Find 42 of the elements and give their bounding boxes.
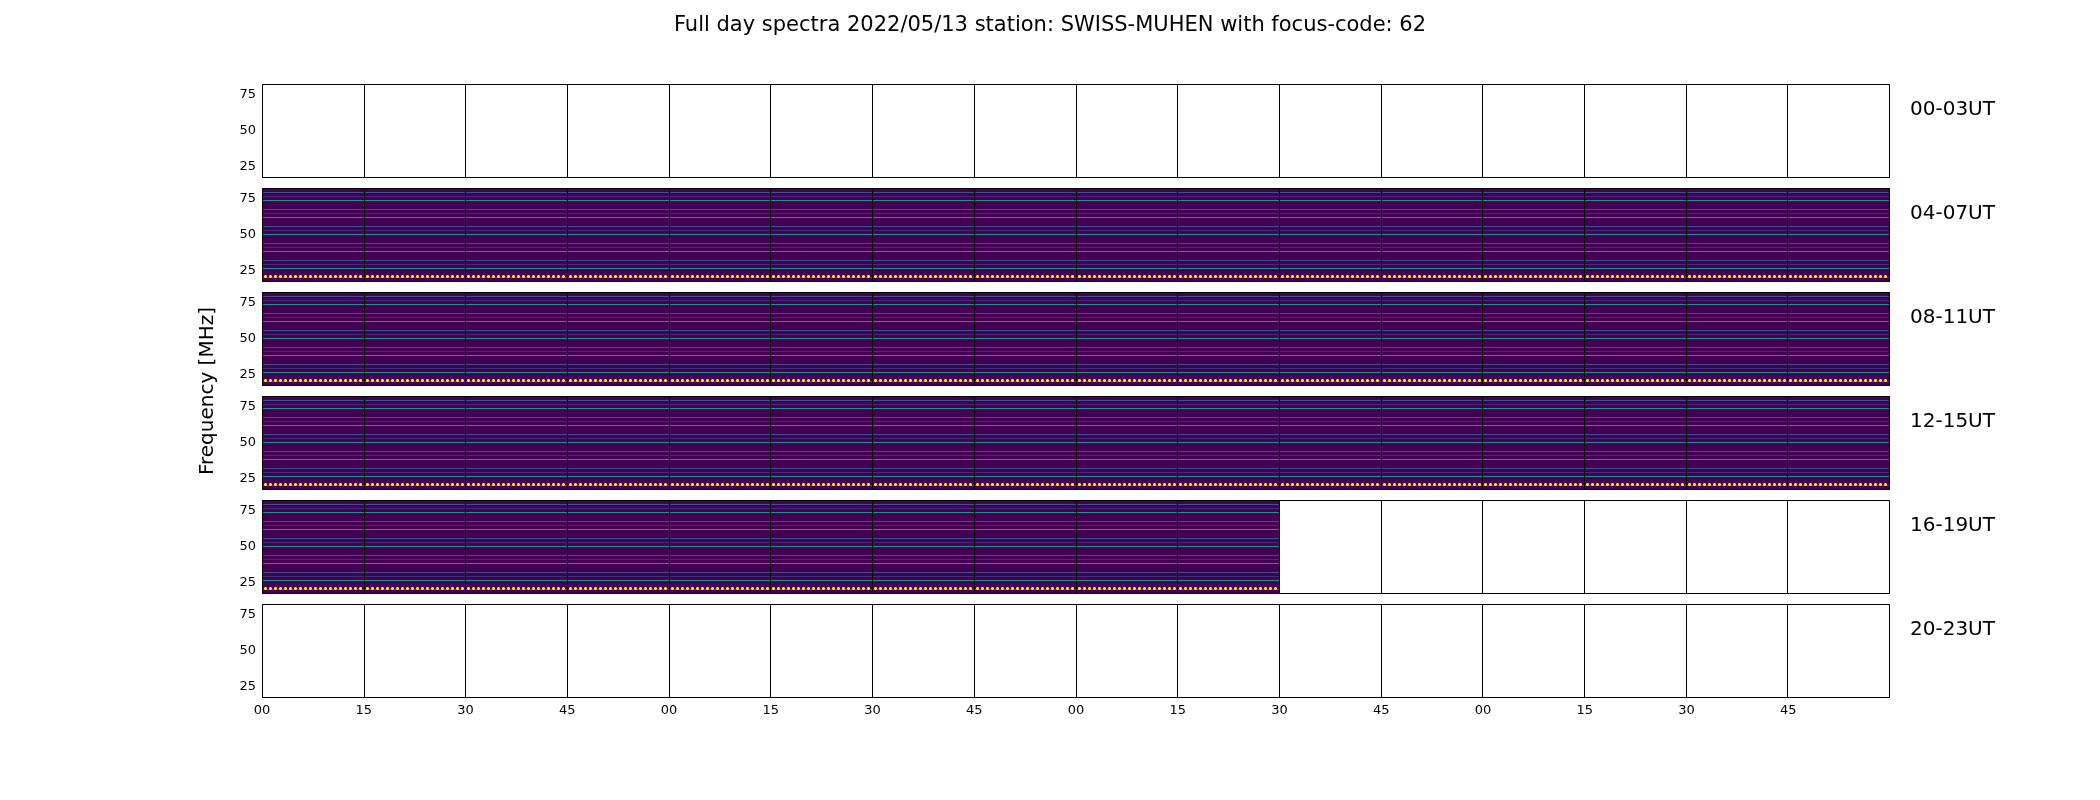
row-time-label: 16-19UT — [1909, 511, 1996, 538]
x-tick-label: 00 — [1474, 702, 1492, 718]
x-tick-label: 30 — [1678, 702, 1695, 718]
y-tick-label: 50 — [239, 226, 256, 242]
y-axis-label: Frequency [MHz] — [194, 306, 218, 476]
y-tick-label: 75 — [239, 398, 256, 414]
y-tick-label: 75 — [239, 86, 256, 102]
x-tick-label: 15 — [355, 702, 372, 718]
x-tick-label: 00 — [253, 702, 271, 718]
x-tick-label: 45 — [1373, 702, 1390, 718]
y-tick-label: 50 — [239, 538, 256, 554]
row-time-label: 08-11UT — [1909, 303, 1996, 330]
x-tick-label: 45 — [966, 702, 983, 718]
x-tick-label: 30 — [864, 702, 881, 718]
chart-title: Full day spectra 2022/05/13 station: SWISS-MUHEN with focus-code: 62 — [673, 12, 1427, 36]
row-time-label: 20-23UT — [1909, 615, 1996, 642]
y-tick-label: 25 — [239, 366, 256, 382]
y-tick-label: 50 — [239, 642, 256, 658]
y-tick-label: 75 — [239, 190, 256, 206]
y-tick-label: 25 — [239, 262, 256, 278]
y-tick-label: 25 — [239, 678, 256, 694]
x-tick-label: 30 — [1271, 702, 1288, 718]
x-tick-label: 00 — [660, 702, 678, 718]
x-tick-label: 45 — [1780, 702, 1797, 718]
row-time-label: 00-03UT — [1909, 95, 1996, 122]
y-tick-label: 75 — [239, 294, 256, 310]
y-tick-label: 75 — [239, 606, 256, 622]
x-tick-label: 45 — [559, 702, 576, 718]
y-tick-label: 75 — [239, 502, 256, 518]
y-tick-label: 25 — [239, 470, 256, 486]
x-tick-label: 15 — [762, 702, 779, 718]
y-tick-label: 50 — [239, 122, 256, 138]
x-tick-label: 15 — [1576, 702, 1593, 718]
y-tick-label: 50 — [239, 434, 256, 450]
x-tick-label: 00 — [1067, 702, 1085, 718]
y-tick-label: 25 — [239, 158, 256, 174]
y-tick-label: 25 — [239, 574, 256, 590]
x-tick-label: 30 — [457, 702, 474, 718]
row-time-label: 12-15UT — [1909, 407, 1996, 434]
x-tick-label: 15 — [1169, 702, 1186, 718]
y-tick-label: 50 — [239, 330, 256, 346]
row-time-label: 04-07UT — [1909, 199, 1996, 226]
